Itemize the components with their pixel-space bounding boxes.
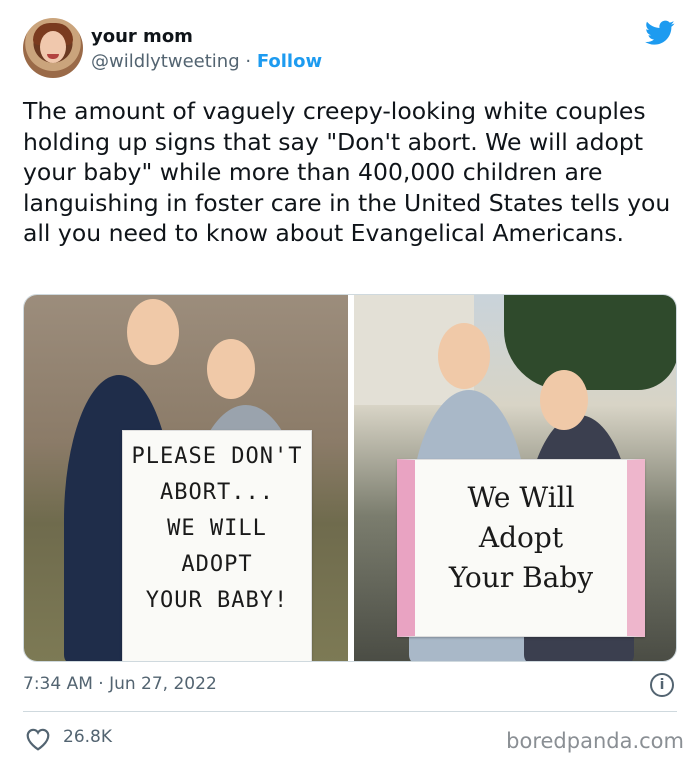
sign-line: Adopt bbox=[478, 521, 564, 554]
twitter-bird-icon[interactable] bbox=[645, 20, 675, 46]
watermark: boredpanda.com bbox=[506, 729, 684, 753]
divider bbox=[23, 711, 677, 712]
tweet-text: The amount of vaguely creepy-looking whi… bbox=[23, 97, 671, 248]
sign-line: ADOPT bbox=[181, 552, 253, 577]
info-icon[interactable]: i bbox=[650, 673, 674, 697]
sign-line: YOUR BABY! bbox=[145, 588, 289, 613]
sign-line: Your Baby bbox=[448, 561, 594, 594]
sign-line: ABORT... bbox=[160, 480, 274, 505]
photo-left[interactable]: PLEASE DON'T ABORT... WE WILL ADOPT YOUR… bbox=[24, 295, 348, 661]
left-photo-sign: PLEASE DON'T ABORT... WE WILL ADOPT YOUR… bbox=[122, 430, 312, 661]
sign-line: PLEASE DON'T bbox=[131, 444, 303, 469]
photo-right[interactable]: We Will Adopt Your Baby bbox=[354, 295, 676, 661]
timestamp[interactable]: 7:34 AM · Jun 27, 2022 bbox=[23, 674, 217, 694]
separator: · bbox=[245, 51, 252, 72]
sign-line: WE WILL bbox=[167, 516, 267, 541]
sign-line: We Will bbox=[467, 481, 575, 514]
heart-icon[interactable] bbox=[25, 727, 51, 751]
author-name[interactable]: your mom bbox=[91, 26, 193, 47]
author-handle[interactable]: @wildlytweeting bbox=[91, 51, 240, 72]
tweet-header: your mom @wildlytweeting · Follow bbox=[23, 16, 683, 80]
follow-button[interactable]: Follow bbox=[257, 51, 322, 72]
like-count[interactable]: 26.8K bbox=[63, 727, 112, 747]
tweet-media[interactable]: PLEASE DON'T ABORT... WE WILL ADOPT YOUR… bbox=[23, 294, 677, 662]
right-photo-sign: We Will Adopt Your Baby bbox=[397, 459, 645, 637]
handle-row: @wildlytweeting · Follow bbox=[91, 51, 322, 72]
avatar[interactable] bbox=[23, 18, 83, 78]
